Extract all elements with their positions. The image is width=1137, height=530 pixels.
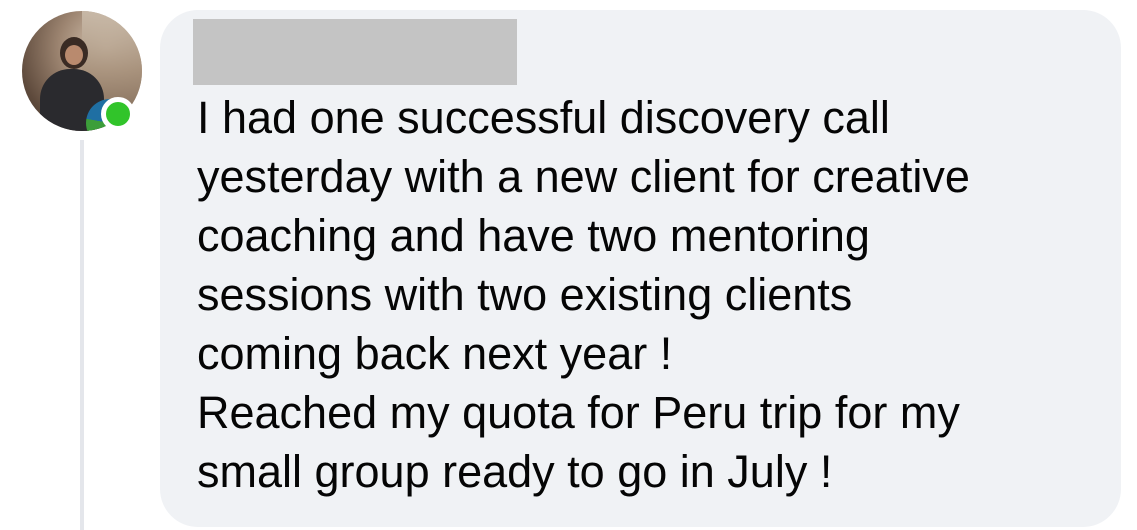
comment-line: yesterday with a new client for creative [197, 151, 970, 202]
comment-line: small group ready to go in July ! [197, 446, 833, 497]
comment-line: Reached my quota for Peru trip for my [197, 387, 960, 438]
online-status-icon [101, 97, 135, 131]
comment-line: I had one successful discovery call [197, 92, 890, 143]
thread-connector-line [80, 140, 84, 530]
avatar-person-face [65, 45, 83, 65]
comment-body: I had one successful discovery call yest… [197, 88, 1107, 501]
comment-line: sessions with two existing clients [197, 269, 853, 320]
comment-line: coming back next year ! [197, 328, 673, 379]
comment-line: coaching and have two mentoring [197, 210, 870, 261]
author-name-redacted[interactable] [193, 19, 517, 85]
